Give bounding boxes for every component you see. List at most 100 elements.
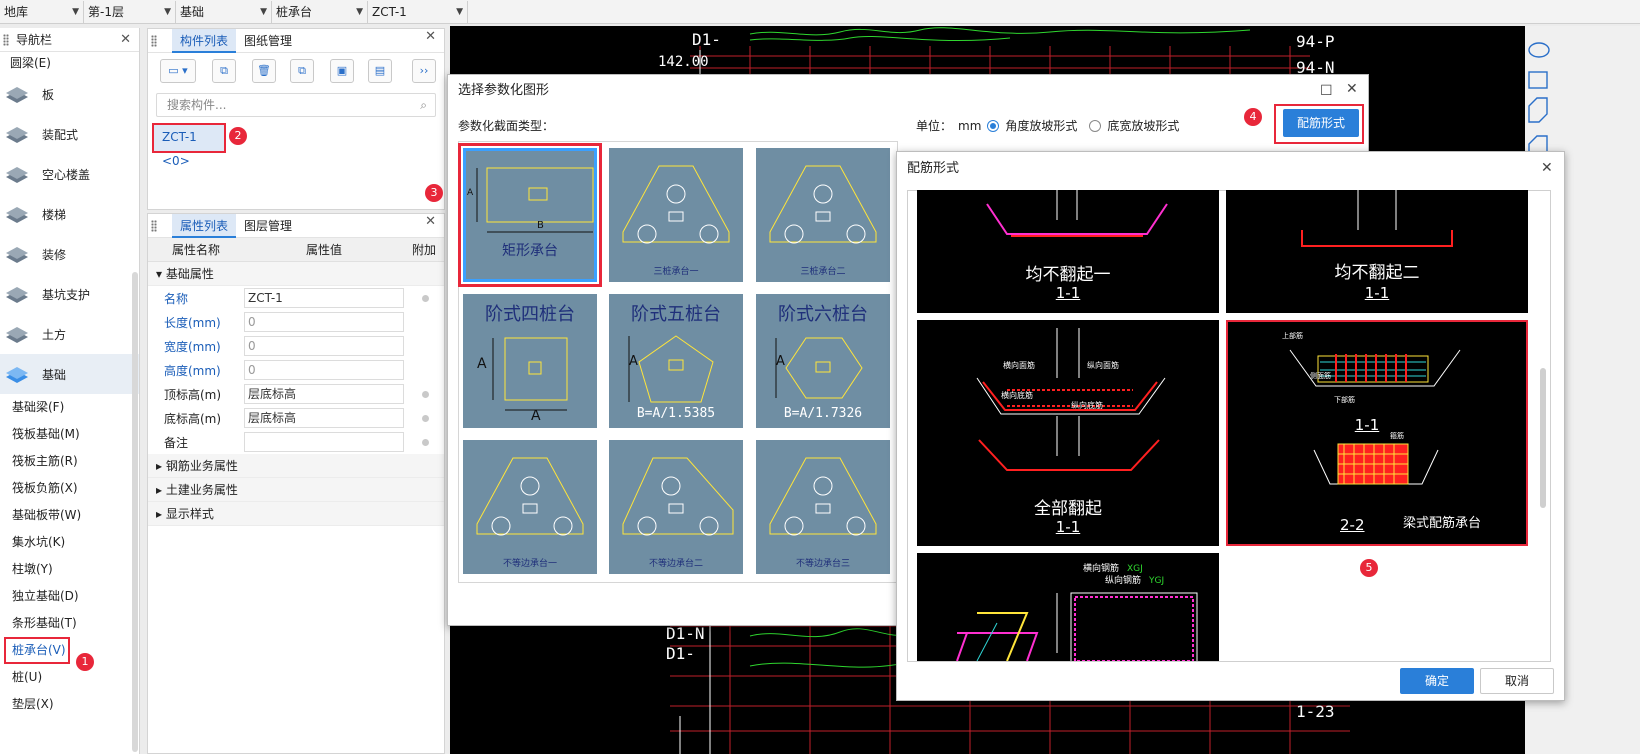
- rebar-form-option-4-selected[interactable]: 上部筋 侧面筋 下部筋 箍筋 1-1 2-2 梁式配筋承台: [1226, 320, 1528, 546]
- nav-subitem-10[interactable]: 桩(U): [0, 664, 139, 691]
- shape-tile-2[interactable]: 三桩承台二: [756, 148, 890, 282]
- property-group-1[interactable]: ▸ 土建业务属性: [148, 478, 444, 502]
- close-icon[interactable]: ✕: [1541, 160, 1553, 176]
- property-value-field[interactable]: 层底标高: [244, 408, 404, 428]
- rebar-drawing: 横向钢筋 XGJ纵向钢筋 YGJ: [956, 562, 1198, 661]
- filter-icon[interactable]: ▤: [368, 59, 392, 83]
- component-item-zct1[interactable]: ZCT-1 <0>: [152, 123, 226, 168]
- rebar-form-option-1[interactable]: 均不翻起一 1-1: [917, 190, 1219, 313]
- rebar-form-option-3[interactable]: 横向面筋 纵向面筋 横向底筋 纵向底筋 全部翻起 1-1: [917, 320, 1219, 546]
- shape-tile-7[interactable]: 不等边承台二: [609, 440, 743, 574]
- property-group-2[interactable]: ▸ 显示样式: [148, 502, 444, 526]
- rebar-form-option-2[interactable]: 均不翻起二 1-1: [1226, 190, 1528, 313]
- attach-toggle[interactable]: [422, 390, 429, 398]
- floor-group-dropdown[interactable]: 地库 ▼: [0, 1, 84, 23]
- shape-tile-0[interactable]: 矩形承台 A B: [458, 143, 602, 287]
- close-icon[interactable]: ✕: [1346, 81, 1358, 97]
- duplicate-icon[interactable]: ⧉: [290, 59, 314, 83]
- tab-component-list[interactable]: 构件列表: [172, 29, 237, 53]
- nav-subitem-2[interactable]: 筏板主筋(R): [0, 448, 139, 475]
- top-toolbar: 地库 ▼ 第-1层 ▼ 基础 ▼ 桩承台 ▼ ZCT-1 ▼: [0, 0, 1640, 24]
- shape-tile-8[interactable]: 不等边承台三: [756, 440, 890, 574]
- close-icon[interactable]: ✕: [425, 29, 436, 44]
- shape-tile-4[interactable]: 阶式五桩台 B=A/1.5385 A: [609, 294, 743, 428]
- delete-icon[interactable]: 🗑: [252, 59, 276, 83]
- nav-subitem-3[interactable]: 筏板负筋(X): [0, 475, 139, 502]
- dialog-title: 配筋形式: [907, 161, 960, 176]
- shape-tile-6[interactable]: 不等边承台一: [463, 440, 597, 574]
- rebar-form-scrollbar[interactable]: [1540, 368, 1546, 508]
- nav-subitem-11[interactable]: 垫层(X): [0, 691, 139, 718]
- nav-subitem-6[interactable]: 柱墩(Y): [0, 556, 139, 583]
- radio-bottom-width-slope[interactable]: [1089, 119, 1102, 132]
- dimension-label: B: [537, 220, 544, 231]
- shape-tile-5[interactable]: 阶式六桩台 B=A/1.7326 A: [756, 294, 890, 428]
- property-value-field[interactable]: 层底标高: [244, 384, 404, 404]
- hollow-floor-icon: [4, 163, 30, 185]
- component-dropdown[interactable]: ZCT-1 ▼: [368, 1, 468, 23]
- nav-item-ring-beam[interactable]: 圆梁(E): [0, 52, 139, 74]
- shape-tile-3[interactable]: 阶式四桩台 A A: [463, 294, 597, 428]
- nav-subitem-0[interactable]: 基础梁(F): [0, 394, 139, 421]
- drag-grip-icon[interactable]: [151, 220, 157, 232]
- shape-tile-label: 三桩承台一: [653, 267, 699, 277]
- dimension-label: A: [776, 354, 785, 369]
- component-search-input[interactable]: 搜索构件... ⌕: [156, 93, 436, 117]
- nav-category-5[interactable]: 基坑支护: [0, 274, 139, 314]
- nav-subitem-1[interactable]: 筏板基础(M): [0, 421, 139, 448]
- property-group-basic[interactable]: ▾ 基础属性: [148, 262, 444, 286]
- shape-formula: B=A/1.7326: [783, 406, 863, 421]
- more-icon[interactable]: ››: [412, 59, 436, 83]
- attach-toggle[interactable]: [422, 438, 429, 446]
- category-dropdown[interactable]: 基础 ▼: [176, 1, 272, 23]
- drag-grip-icon[interactable]: [3, 34, 9, 46]
- nav-category-0[interactable]: 板: [0, 74, 139, 114]
- rebar-form-option-5[interactable]: 横向钢筋 XGJ 纵向钢筋 YGJ: [917, 553, 1219, 661]
- component-list-panel: 构件列表 图纸管理 ✕ ▭ ▾ ⧉ 🗑 ⧉ ▣ ▤ ›› 搜索构件... ⌕ ZC…: [147, 28, 445, 210]
- attach-toggle[interactable]: [422, 414, 429, 422]
- rebar-label: 横向钢筋: [1083, 562, 1119, 574]
- rebar-form-button[interactable]: 配筋形式: [1283, 109, 1359, 137]
- attach-toggle[interactable]: [422, 294, 429, 302]
- nav-category-1[interactable]: 装配式: [0, 114, 139, 154]
- nav-scrollbar[interactable]: [132, 272, 138, 752]
- property-group-0[interactable]: ▸ 钢筋业务属性: [148, 454, 444, 478]
- shape-tile-1[interactable]: 三桩承台一: [609, 148, 743, 282]
- nav-category-3[interactable]: 楼梯: [0, 194, 139, 234]
- nav-category-2[interactable]: 空心楼盖: [0, 154, 139, 194]
- rebar-label: 纵向底筋: [1071, 400, 1103, 410]
- tab-drawing-management[interactable]: 图纸管理: [236, 29, 300, 53]
- floor-dropdown[interactable]: 第-1层 ▼: [84, 1, 176, 23]
- chevron-down-icon: ▼: [456, 7, 463, 17]
- step-badge-2: 2: [229, 127, 247, 145]
- nav-subitem-5[interactable]: 集水坑(K): [0, 529, 139, 556]
- nav-subitem-7[interactable]: 独立基础(D): [0, 583, 139, 610]
- nav-category-4[interactable]: 装修: [0, 234, 139, 274]
- property-value-field[interactable]: [244, 432, 404, 452]
- property-value-field[interactable]: 0: [244, 312, 404, 332]
- tab-property-list[interactable]: 属性列表: [172, 214, 237, 238]
- property-value-field[interactable]: ZCT-1: [244, 288, 404, 308]
- confirm-button[interactable]: 确定: [1400, 668, 1474, 694]
- copy-icon[interactable]: ⧉: [212, 59, 236, 83]
- maximize-icon[interactable]: ☐: [1320, 83, 1333, 99]
- slab-icon: [4, 83, 30, 105]
- tab-layer-management[interactable]: 图层管理: [236, 214, 300, 238]
- nav-subitem-9[interactable]: 桩承台(V): [4, 637, 70, 664]
- pit-support-icon: [4, 283, 30, 305]
- nav-category-7[interactable]: 基础: [0, 354, 139, 394]
- close-icon[interactable]: ✕: [425, 214, 436, 229]
- property-table-header: 属性名称 属性值 附加: [148, 238, 444, 262]
- nav-category-6[interactable]: 土方: [0, 314, 139, 354]
- property-value-field[interactable]: 0: [244, 336, 404, 356]
- nav-subitem-4[interactable]: 基础板带(W): [0, 502, 139, 529]
- nav-subitem-8[interactable]: 条形基础(T): [0, 610, 139, 637]
- cancel-button[interactable]: 取消: [1480, 668, 1554, 694]
- radio-angle-slope[interactable]: [987, 119, 1000, 132]
- property-value-field[interactable]: 0: [244, 360, 404, 380]
- type-dropdown[interactable]: 桩承台 ▼: [272, 1, 368, 23]
- close-icon[interactable]: ✕: [120, 28, 131, 52]
- new-component-icon[interactable]: ▭ ▾: [160, 59, 196, 83]
- layer-copy-icon[interactable]: ▣: [330, 59, 354, 83]
- drag-grip-icon[interactable]: [151, 35, 157, 47]
